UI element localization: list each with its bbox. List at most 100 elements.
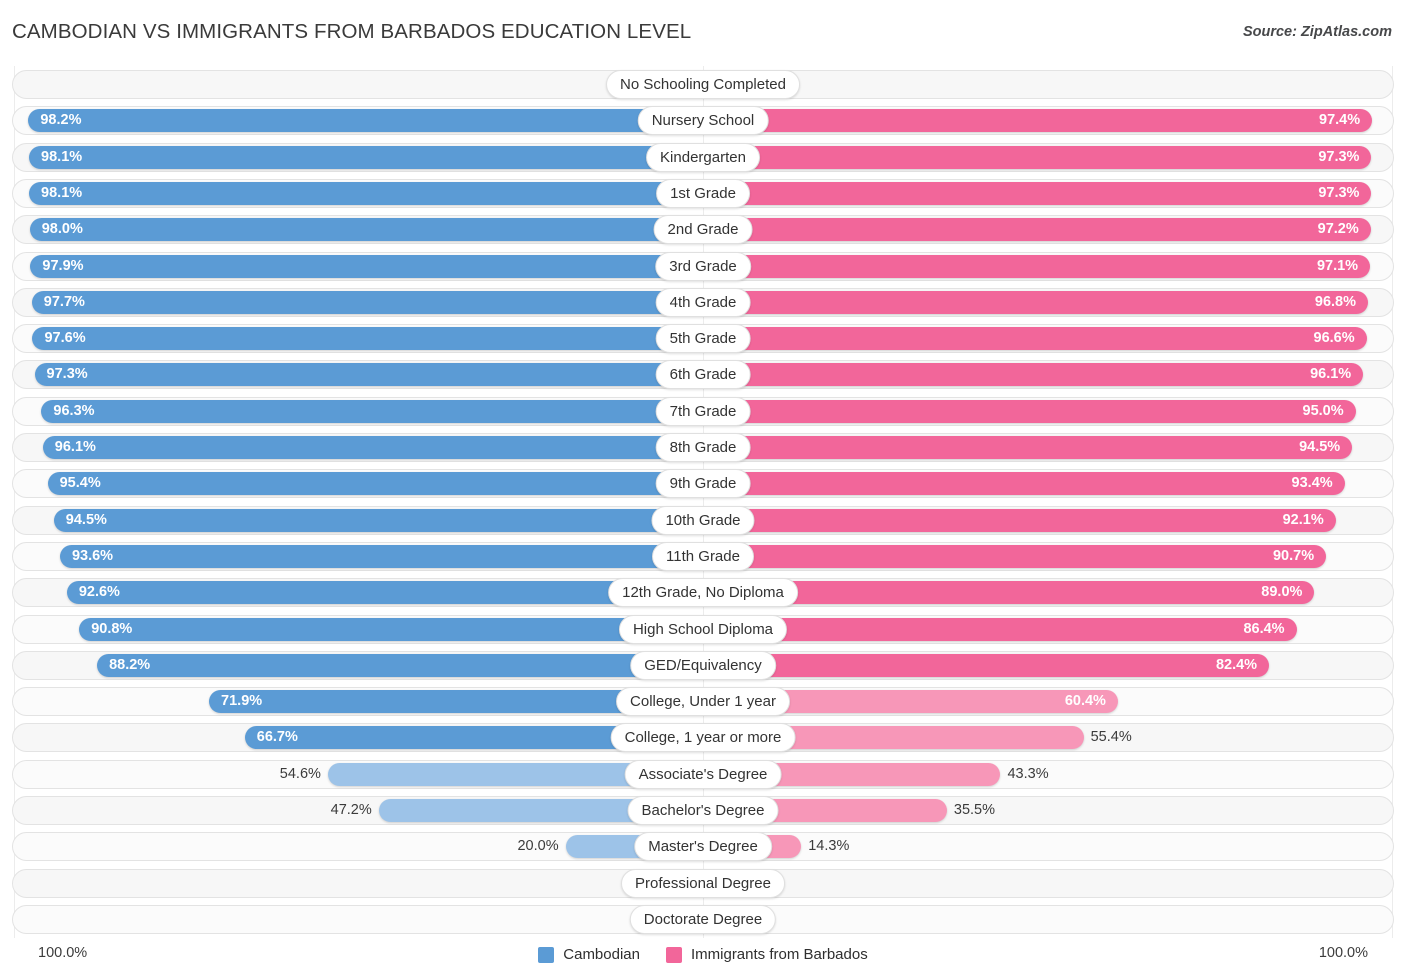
value-label-cambodian: 20.0% xyxy=(517,838,559,855)
value-label-immigrants-from-barbados: 86.4% xyxy=(1243,620,1285,637)
value-label-immigrants-from-barbados: 97.3% xyxy=(1318,184,1360,201)
bar-cambodian[interactable] xyxy=(53,508,703,532)
legend-label-immigrants-from-barbados: Immigrants from Barbados xyxy=(690,946,868,963)
category-label[interactable]: College, Under 1 year xyxy=(616,687,790,717)
category-label[interactable]: 12th Grade, No Diploma xyxy=(608,578,798,608)
value-label-immigrants-from-barbados: 95.0% xyxy=(1302,402,1344,419)
chart-row: 98.0% 97.2% 2nd Grade xyxy=(0,213,1406,246)
value-label-immigrants-from-barbados: 89.0% xyxy=(1261,584,1303,601)
value-label-immigrants-from-barbados: 94.5% xyxy=(1299,439,1341,455)
category-label[interactable]: 3rd Grade xyxy=(655,251,751,281)
value-label-cambodian: 92.6% xyxy=(78,584,120,601)
bar-cambodian[interactable] xyxy=(41,399,703,423)
value-label-cambodian: 71.9% xyxy=(221,693,263,710)
category-label[interactable]: No Schooling Completed xyxy=(606,70,800,99)
bar-cambodian[interactable] xyxy=(47,472,703,496)
bar-cambodian[interactable] xyxy=(34,363,703,387)
chart-row: 98.2% 97.4% Nursery School xyxy=(0,104,1406,137)
bar-cambodian[interactable] xyxy=(97,653,703,677)
value-label-immigrants-from-barbados: 96.8% xyxy=(1314,293,1357,310)
bar-cambodian[interactable] xyxy=(29,145,703,169)
value-label-immigrants-from-barbados: 97.3% xyxy=(1318,148,1360,165)
chart-row: 88.2% 82.4% GED/Equivalency xyxy=(0,649,1406,682)
category-label[interactable]: GED/Equivalency xyxy=(630,650,776,680)
category-label[interactable]: Professional Degree xyxy=(621,868,785,898)
bar-cambodian[interactable] xyxy=(31,290,703,314)
chart-legend: Cambodian Immigrants from Barbados xyxy=(0,946,1406,963)
bar-immigrants-from-barbados[interactable] xyxy=(703,109,1373,133)
bar-cambodian[interactable] xyxy=(59,544,703,568)
chart-row: 66.7% 55.4% College, 1 year or more xyxy=(0,721,1406,754)
bar-immigrants-from-barbados[interactable] xyxy=(703,290,1369,314)
value-label-cambodian: 97.7% xyxy=(43,293,85,310)
value-label-cambodian: 98.0% xyxy=(41,221,83,238)
value-label-cambodian: 88.2% xyxy=(109,656,151,673)
value-label-cambodian: 66.7% xyxy=(256,729,298,746)
bar-cambodian[interactable] xyxy=(30,254,703,278)
bar-immigrants-from-barbados[interactable] xyxy=(703,653,1270,677)
value-label-cambodian: 96.1% xyxy=(54,439,96,455)
bar-cambodian[interactable] xyxy=(29,181,703,205)
bar-immigrants-from-barbados[interactable] xyxy=(703,544,1327,568)
value-label-cambodian: 94.5% xyxy=(65,511,107,528)
category-label[interactable]: Associate's Degree xyxy=(624,759,782,789)
value-label-cambodian: 97.3% xyxy=(46,366,88,383)
bar-immigrants-from-barbados[interactable] xyxy=(703,181,1372,205)
category-label[interactable]: 7th Grade xyxy=(655,396,751,426)
value-label-immigrants-from-barbados: 14.3% xyxy=(808,838,850,855)
bar-immigrants-from-barbados[interactable] xyxy=(703,363,1364,387)
category-label[interactable]: 9th Grade xyxy=(655,469,751,499)
bar-immigrants-from-barbados[interactable] xyxy=(703,617,1297,641)
bar-cambodian[interactable] xyxy=(32,327,703,351)
category-label[interactable]: 5th Grade xyxy=(655,324,751,354)
value-label-cambodian: 47.2% xyxy=(330,802,372,818)
chart-row: 94.5% 92.1% 10th Grade xyxy=(0,504,1406,537)
category-label[interactable]: Nursery School xyxy=(637,106,769,136)
bar-cambodian[interactable] xyxy=(28,109,703,133)
value-label-immigrants-from-barbados: 35.5% xyxy=(953,802,995,818)
category-label[interactable]: High School Diploma xyxy=(618,614,788,644)
chart-row: 98.1% 97.3% Kindergarten xyxy=(0,141,1406,174)
chart-row: 71.9% 60.4% College, Under 1 year xyxy=(0,685,1406,718)
bar-immigrants-from-barbados[interactable] xyxy=(703,218,1371,242)
category-label[interactable]: Master's Degree xyxy=(634,832,772,862)
legend-item-cambodian[interactable]: Cambodian xyxy=(538,946,640,963)
bar-immigrants-from-barbados[interactable] xyxy=(703,145,1372,169)
value-label-immigrants-from-barbados: 55.4% xyxy=(1090,729,1132,746)
bar-immigrants-from-barbados[interactable] xyxy=(703,508,1336,532)
category-label[interactable]: 6th Grade xyxy=(655,360,751,390)
category-label[interactable]: 10th Grade xyxy=(651,505,755,535)
bar-cambodian[interactable] xyxy=(29,218,703,242)
category-label[interactable]: Kindergarten xyxy=(646,142,760,172)
value-label-cambodian: 54.6% xyxy=(279,765,321,782)
value-label-immigrants-from-barbados: 43.3% xyxy=(1007,765,1049,782)
chart-row: 97.7% 96.8% 4th Grade xyxy=(0,286,1406,319)
category-label[interactable]: 4th Grade xyxy=(655,287,751,317)
chart-row: 1.9%2.7%No Schooling Completed xyxy=(0,68,1406,101)
chart-row: 6.0%3.9%Professional Degree xyxy=(0,867,1406,900)
bar-immigrants-from-barbados[interactable] xyxy=(703,254,1371,278)
bar-immigrants-from-barbados[interactable] xyxy=(703,436,1353,459)
category-label[interactable]: 1st Grade xyxy=(656,178,750,208)
value-label-immigrants-from-barbados: 97.4% xyxy=(1319,112,1361,129)
category-label[interactable]: 11th Grade xyxy=(652,541,754,571)
legend-item-immigrants-from-barbados[interactable]: Immigrants from Barbados xyxy=(665,946,868,963)
chart-row: 96.1% 94.5% 8th Grade xyxy=(0,431,1406,464)
category-label[interactable]: 8th Grade xyxy=(655,433,751,462)
bar-cambodian[interactable] xyxy=(42,436,703,459)
chart-row: 92.6% 89.0% 12th Grade, No Diploma xyxy=(0,576,1406,609)
category-label[interactable]: Bachelor's Degree xyxy=(627,796,779,825)
bar-immigrants-from-barbados[interactable] xyxy=(703,327,1367,351)
chart-row: 96.3% 95.0% 7th Grade xyxy=(0,395,1406,428)
category-label[interactable]: 2nd Grade xyxy=(653,215,753,245)
value-label-cambodian: 98.1% xyxy=(41,184,83,201)
value-label-immigrants-from-barbados: 82.4% xyxy=(1215,656,1258,673)
bar-immigrants-from-barbados[interactable] xyxy=(703,472,1345,496)
value-label-immigrants-from-barbados: 60.4% xyxy=(1064,693,1106,710)
category-label[interactable]: College, 1 year or more xyxy=(610,723,796,753)
value-label-immigrants-from-barbados: 92.1% xyxy=(1282,511,1324,528)
category-label[interactable]: Doctorate Degree xyxy=(629,904,777,934)
source-label: Source: ZipAtlas.com xyxy=(1242,24,1392,40)
bar-immigrants-from-barbados[interactable] xyxy=(703,399,1356,423)
bar-cambodian[interactable] xyxy=(79,617,703,641)
